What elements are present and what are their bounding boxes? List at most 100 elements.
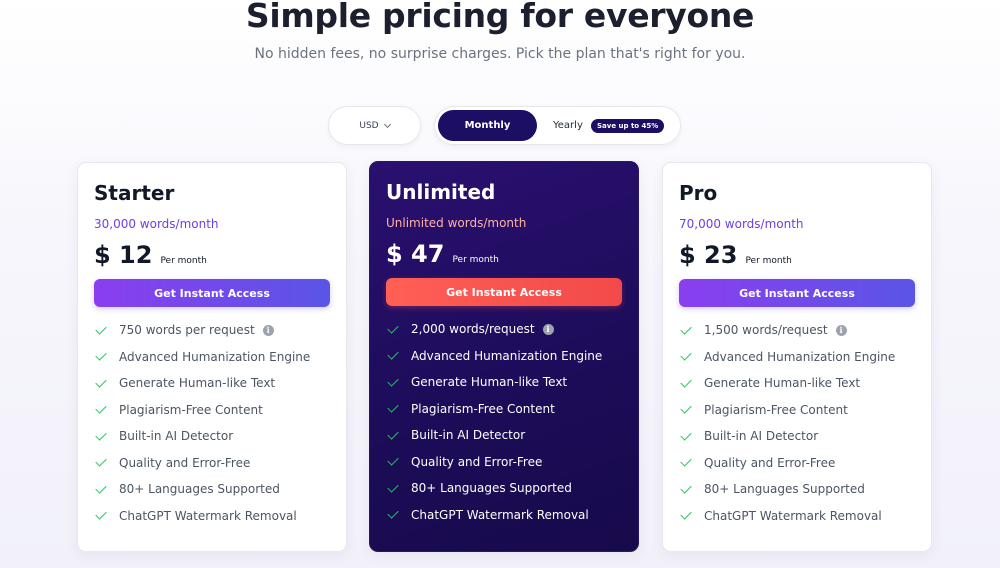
feature-item: ChatGPT Watermark Removal xyxy=(679,503,915,530)
currency-value: USD xyxy=(359,120,379,131)
price-row: $ 47 Per month xyxy=(386,240,622,268)
check-icon xyxy=(95,349,107,361)
plan-card-starter: Starter 30,000 words/month $ 12 Per mont… xyxy=(77,162,347,552)
price-row: $ 12 Per month xyxy=(94,241,330,269)
feature-item: Generate Human-like Text xyxy=(386,369,622,396)
billing-period-toggle: Monthly Yearly Save up to 45% xyxy=(434,106,681,145)
plan-card-pro: Pro 70,000 words/month $ 23 Per month Ge… xyxy=(662,162,932,552)
feature-text: 2,000 words/request xyxy=(411,322,535,337)
check-icon xyxy=(680,508,692,520)
currency-select[interactable]: USD xyxy=(328,106,421,145)
feature-text: Generate Human-like Text xyxy=(119,376,276,391)
feature-item: Built-in AI Detector xyxy=(679,423,915,450)
feature-text: Generate Human-like Text xyxy=(411,375,568,390)
plan-word-limit: 30,000 words/month xyxy=(94,217,219,231)
check-icon xyxy=(387,507,399,519)
save-badge: Save up to 45% xyxy=(591,119,665,133)
plan-name: Starter xyxy=(94,181,175,205)
feature-item: Quality and Error-Free xyxy=(386,449,622,476)
info-icon[interactable]: i xyxy=(835,324,847,336)
feature-item: Plagiarism-Free Content xyxy=(386,396,622,423)
check-icon xyxy=(387,428,399,440)
check-icon xyxy=(387,348,399,360)
check-icon xyxy=(680,323,692,335)
plan-name: Unlimited xyxy=(386,180,496,204)
feature-item: 80+ Languages Supported xyxy=(679,476,915,503)
feature-text: Quality and Error-Free xyxy=(704,455,836,470)
check-icon xyxy=(680,482,692,494)
plan-word-limit: Unlimited words/month xyxy=(386,216,527,230)
get-instant-access-button[interactable]: Get Instant Access xyxy=(94,279,330,307)
check-icon xyxy=(387,454,399,466)
feature-text: ChatGPT Watermark Removal xyxy=(704,508,882,523)
plan-price: $ 23 xyxy=(679,241,738,269)
check-icon xyxy=(680,455,692,467)
price-period: Per month xyxy=(160,256,207,266)
plan-name: Pro xyxy=(679,181,718,205)
feature-text: Plagiarism-Free Content xyxy=(704,402,848,417)
check-icon xyxy=(680,376,692,388)
feature-item: Plagiarism-Free Content xyxy=(679,397,915,424)
get-instant-access-button[interactable]: Get Instant Access xyxy=(386,278,622,306)
check-icon xyxy=(95,376,107,388)
feature-text: ChatGPT Watermark Removal xyxy=(411,507,589,522)
feature-text: 750 words per request xyxy=(119,323,255,338)
check-icon xyxy=(95,455,107,467)
feature-text: Generate Human-like Text xyxy=(704,376,861,391)
feature-item: 1,500 words/request i xyxy=(679,317,915,344)
feature-list: 750 words per request i Advanced Humanizat… xyxy=(94,317,330,529)
feature-text: 80+ Languages Supported xyxy=(411,481,572,496)
feature-item: Quality and Error-Free xyxy=(679,450,915,477)
feature-item: Advanced Humanization Engine xyxy=(386,343,622,370)
feature-list: 1,500 words/request i Advanced Humanizatio… xyxy=(679,317,915,529)
check-icon xyxy=(95,323,107,335)
feature-text: Advanced Humanization Engine xyxy=(411,348,603,363)
feature-text: Plagiarism-Free Content xyxy=(411,401,555,416)
feature-item: ChatGPT Watermark Removal xyxy=(386,502,622,529)
info-icon[interactable]: i xyxy=(542,323,554,335)
feature-item: Plagiarism-Free Content xyxy=(94,397,330,424)
feature-list: 2,000 words/request i Advanced Humanizatio… xyxy=(386,316,622,528)
get-instant-access-button[interactable]: Get Instant Access xyxy=(679,279,915,307)
feature-text: Built-in AI Detector xyxy=(704,429,819,444)
feature-item: 750 words per request i xyxy=(94,317,330,344)
chevron-down-icon xyxy=(383,120,391,128)
check-icon xyxy=(95,402,107,414)
check-icon xyxy=(387,375,399,387)
plan-word-limit: 70,000 words/month xyxy=(679,217,804,231)
price-period: Per month xyxy=(745,256,792,266)
price-row: $ 23 Per month xyxy=(679,241,915,269)
feature-item: ChatGPT Watermark Removal xyxy=(94,503,330,530)
feature-text: Built-in AI Detector xyxy=(119,429,234,444)
yearly-toggle-button[interactable]: Yearly xyxy=(553,110,583,141)
feature-text: ChatGPT Watermark Removal xyxy=(119,508,297,523)
feature-item: Built-in AI Detector xyxy=(386,422,622,449)
check-icon xyxy=(387,481,399,493)
plan-price: $ 47 xyxy=(386,240,445,268)
monthly-toggle-button[interactable]: Monthly xyxy=(438,110,537,141)
page-subtitle: No hidden fees, no surprise charges. Pic… xyxy=(254,46,746,62)
feature-text: Advanced Humanization Engine xyxy=(704,349,896,364)
feature-item: Generate Human-like Text xyxy=(94,370,330,397)
feature-text: Plagiarism-Free Content xyxy=(119,402,263,417)
plan-card-unlimited: Unlimited Unlimited words/month $ 47 Per… xyxy=(369,161,639,552)
check-icon xyxy=(387,401,399,413)
check-icon xyxy=(680,402,692,414)
feature-item: Advanced Humanization Engine xyxy=(94,344,330,371)
info-icon[interactable]: i xyxy=(262,324,274,336)
feature-item: 80+ Languages Supported xyxy=(94,476,330,503)
price-period: Per month xyxy=(452,255,499,265)
check-icon xyxy=(387,322,399,334)
feature-item: Generate Human-like Text xyxy=(679,370,915,397)
feature-item: Advanced Humanization Engine xyxy=(679,344,915,371)
feature-text: Quality and Error-Free xyxy=(119,455,251,470)
feature-item: Built-in AI Detector xyxy=(94,423,330,450)
page-title: Simple pricing for everyone xyxy=(245,0,755,35)
check-icon xyxy=(680,429,692,441)
feature-text: Quality and Error-Free xyxy=(411,454,543,469)
plan-price: $ 12 xyxy=(94,241,153,269)
check-icon xyxy=(95,429,107,441)
feature-text: Built-in AI Detector xyxy=(411,428,526,443)
feature-item: 2,000 words/request i xyxy=(386,316,622,343)
check-icon xyxy=(680,349,692,361)
